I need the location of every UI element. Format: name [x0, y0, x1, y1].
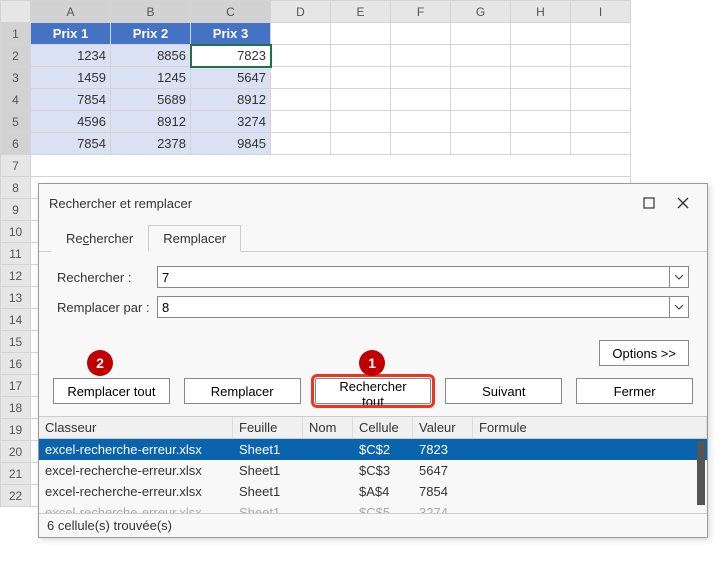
maximize-icon	[643, 197, 655, 209]
col-value[interactable]: Valeur	[413, 417, 473, 438]
col-sheet[interactable]: Feuille	[233, 417, 303, 438]
cell[interactable]: 5689	[111, 89, 191, 111]
col-header[interactable]: C	[191, 1, 271, 23]
row-header[interactable]: 6	[1, 133, 31, 155]
replace-label: Remplacer par :	[57, 300, 157, 315]
cell[interactable]: 9845	[191, 133, 271, 155]
col-name[interactable]: Nom	[303, 417, 353, 438]
result-row[interactable]: excel-recherche-erreur.xlsxSheet1$C$3564…	[39, 460, 707, 481]
col-header[interactable]: H	[511, 1, 571, 23]
row-header[interactable]: 5	[1, 111, 31, 133]
row-header[interactable]: 22	[1, 485, 31, 507]
row-header[interactable]: 14	[1, 309, 31, 331]
row-header[interactable]: 12	[1, 265, 31, 287]
dialog-title: Rechercher et remplacer	[49, 196, 629, 211]
tab-replace[interactable]: Remplacer	[148, 225, 241, 252]
replace-button[interactable]: Remplacer	[184, 378, 301, 404]
cell[interactable]: 8912	[111, 111, 191, 133]
cell[interactable]: 8856	[111, 45, 191, 67]
cell[interactable]: Prix 1	[31, 23, 111, 45]
row-header[interactable]: 11	[1, 243, 31, 265]
replace-dropdown[interactable]	[669, 296, 689, 318]
cell[interactable]: 4596	[31, 111, 111, 133]
col-header[interactable]: D	[271, 1, 331, 23]
cell[interactable]: 3274	[191, 111, 271, 133]
select-all-corner[interactable]	[1, 1, 31, 23]
row-header[interactable]: 8	[1, 177, 31, 199]
find-all-button[interactable]: Rechercher tout	[315, 378, 432, 404]
row-header[interactable]: 3	[1, 67, 31, 89]
cell[interactable]: 2378	[111, 133, 191, 155]
row-header[interactable]: 17	[1, 375, 31, 397]
results-panel: Classeur Feuille Nom Cellule Valeur Form…	[39, 416, 707, 513]
cell[interactable]: 1234	[31, 45, 111, 67]
find-label: Rechercher :	[57, 270, 157, 285]
cell[interactable]: 7854	[31, 89, 111, 111]
chevron-down-icon	[675, 305, 683, 310]
replace-all-button[interactable]: Remplacer tout	[53, 378, 170, 404]
row-header[interactable]: 16	[1, 353, 31, 375]
scrollbar-thumb[interactable]	[697, 441, 705, 505]
row-header[interactable]: 20	[1, 441, 31, 463]
col-header[interactable]: E	[331, 1, 391, 23]
cell[interactable]: 1459	[31, 67, 111, 89]
row-header[interactable]: 21	[1, 463, 31, 485]
cell[interactable]: Prix 3	[191, 23, 271, 45]
chevron-down-icon	[675, 275, 683, 280]
close-button[interactable]	[669, 192, 697, 214]
col-formula[interactable]: Formule	[473, 417, 707, 438]
find-next-button[interactable]: Suivant	[445, 378, 562, 404]
active-cell[interactable]: 7823	[191, 45, 271, 67]
row-header[interactable]: 19	[1, 419, 31, 441]
row-header[interactable]: 10	[1, 221, 31, 243]
cell[interactable]: 8912	[191, 89, 271, 111]
col-header[interactable]: I	[571, 1, 631, 23]
col-header[interactable]: F	[391, 1, 451, 23]
options-button[interactable]: Options >>	[599, 340, 689, 366]
col-header[interactable]: B	[111, 1, 191, 23]
row-header[interactable]: 9	[1, 199, 31, 221]
annotation-badge-1: 1	[359, 350, 385, 376]
result-row[interactable]: excel-recherche-erreur.xlsxSheet1$C$2782…	[39, 439, 707, 460]
row-header[interactable]: 18	[1, 397, 31, 419]
annotation-badge-2: 2	[87, 350, 113, 376]
col-header[interactable]: A	[31, 1, 111, 23]
cell[interactable]: 5647	[191, 67, 271, 89]
col-cell[interactable]: Cellule	[353, 417, 413, 438]
result-row[interactable]: excel-recherche-erreur.xlsxSheet1$C$5327…	[39, 502, 707, 513]
status-bar: 6 cellule(s) trouvée(s)	[39, 513, 707, 537]
replace-input[interactable]	[157, 296, 669, 318]
col-header[interactable]: G	[451, 1, 511, 23]
close-dialog-button[interactable]: Fermer	[576, 378, 693, 404]
find-replace-dialog: Rechercher et remplacer Rechercher Rempl…	[38, 183, 708, 538]
find-dropdown[interactable]	[669, 266, 689, 288]
cell[interactable]: 1245	[111, 67, 191, 89]
result-row[interactable]: excel-recherche-erreur.xlsxSheet1$A$4785…	[39, 481, 707, 502]
find-input[interactable]	[157, 266, 669, 288]
cell[interactable]: Prix 2	[111, 23, 191, 45]
row-header[interactable]: 13	[1, 287, 31, 309]
close-icon	[677, 197, 689, 209]
col-workbook[interactable]: Classeur	[39, 417, 233, 438]
row-header[interactable]: 2	[1, 45, 31, 67]
cell[interactable]: 7854	[31, 133, 111, 155]
row-header[interactable]: 15	[1, 331, 31, 353]
row-header[interactable]: 7	[1, 155, 31, 177]
tab-find[interactable]: Rechercher	[51, 225, 148, 252]
row-header[interactable]: 1	[1, 23, 31, 45]
row-header[interactable]: 4	[1, 89, 31, 111]
maximize-button[interactable]	[635, 192, 663, 214]
